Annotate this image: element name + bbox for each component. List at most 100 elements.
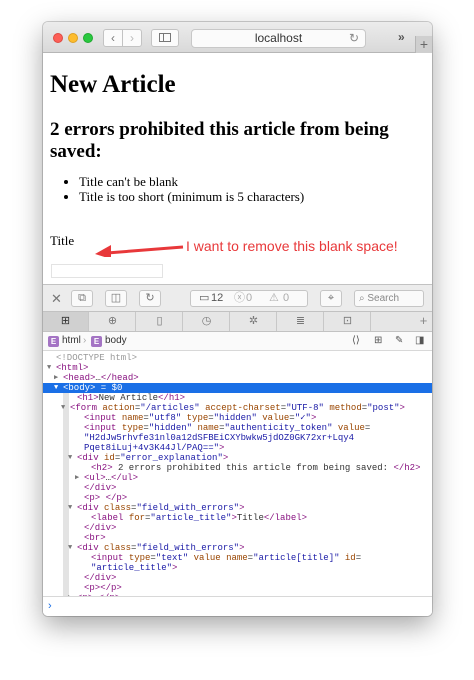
disclosure-expanded-icon[interactable]: ▼	[68, 543, 72, 553]
dom-node-line[interactable]: Pqet8iLuj+4v3K44Jl/PAQ==">	[43, 443, 432, 453]
add-tab-button[interactable]: +	[415, 312, 432, 331]
dom-node-line[interactable]: ▼ <div id="error_explanation">	[43, 453, 432, 463]
tab-console[interactable]: ⊡	[325, 312, 371, 331]
dom-node-text: Pqet8iLuj+4v3K44Jl/PAQ==">	[84, 443, 225, 453]
tab-network[interactable]: ⊕	[90, 312, 136, 331]
chevron-right-icon: ›	[130, 31, 134, 45]
dom-node-line[interactable]: <p> </p>	[43, 493, 432, 503]
dom-node-text: <head>…</head>	[63, 373, 139, 383]
dom-node-line[interactable]: <br>	[43, 533, 432, 543]
resource-count: 12	[211, 292, 224, 304]
disclosure-expanded-icon[interactable]: ▼	[54, 383, 58, 393]
disclosure-expanded-icon[interactable]: ▼	[68, 503, 72, 513]
forward-button[interactable]: ›	[122, 29, 142, 47]
dom-node-line[interactable]: ▼ <form action="/articles" accept-charset…	[43, 403, 432, 413]
dom-node-line[interactable]: <input name="utf8" type="hidden" value="…	[43, 413, 432, 423]
tab-resources[interactable]: ▯	[137, 312, 183, 331]
breadcrumb-separator-icon: ›	[83, 335, 87, 346]
zoom-window-button[interactable]	[83, 33, 93, 43]
warning-count: 0	[283, 292, 290, 304]
dom-node-line[interactable]: <!DOCTYPE html>	[43, 353, 432, 363]
dom-node-line[interactable]: ▼ <html>	[43, 363, 432, 373]
warning-icon: ⚠	[269, 292, 279, 304]
dom-node-line[interactable]: "article_title">	[43, 563, 432, 573]
dom-node-line[interactable]: </div>	[43, 523, 432, 533]
dom-node-line[interactable]: "H2dJw5rhvfe31nl0a12dSFBEiCXYbwkw5jdOZ0G…	[43, 433, 432, 443]
dom-node-text: <div class="field_with_errors">	[77, 543, 245, 553]
dom-node-line[interactable]: <h2> 2 errors prohibited this article fr…	[43, 463, 432, 473]
dom-node-text: <ul>…</ul>	[84, 473, 139, 483]
dom-node-line[interactable]: <input type="hidden" name="authenticity_…	[43, 423, 432, 433]
reload-icon[interactable]: ↻	[349, 30, 359, 47]
sidebar-toggle-button[interactable]	[151, 29, 179, 47]
dom-node-text: <div id="error_explanation">	[77, 453, 229, 463]
dom-node-line[interactable]: ▼ <body> = $0	[43, 383, 432, 393]
dom-node-line[interactable]: ▼ <div class="field_with_errors">	[43, 543, 432, 553]
tab-storage[interactable]: ≣	[278, 312, 324, 331]
error-count-icon: ⓧ	[234, 292, 245, 304]
disclosure-expanded-icon[interactable]: ▼	[68, 453, 72, 463]
console-prompt[interactable]: ›	[43, 596, 432, 616]
close-window-button[interactable]	[53, 33, 63, 43]
crosshair-icon[interactable]: ⌖	[320, 290, 342, 307]
back-button[interactable]: ‹	[103, 29, 123, 47]
breadcrumb: E html › E body ⟨⟩ ⊞ ✎ ◨	[43, 332, 432, 351]
source-toggle-icon[interactable]: ⟨⟩	[352, 335, 360, 346]
breadcrumb-item-html[interactable]: html	[62, 335, 81, 346]
grid-icon[interactable]: ⊞	[374, 335, 382, 346]
url-text: localhost	[254, 31, 303, 45]
overflow-chevron-icon[interactable]: »	[398, 30, 405, 44]
reload-page-icon[interactable]: ↻	[139, 290, 161, 307]
disclosure-expanded-icon[interactable]: ▼	[47, 363, 51, 373]
tab-debugger[interactable]: ✲	[231, 312, 277, 331]
disclosure-collapsed-icon[interactable]: ▶	[54, 373, 58, 383]
dom-node-text: <div class="field_with_errors">	[77, 503, 245, 513]
dom-node-text: </div>	[84, 573, 117, 583]
close-inspector-icon[interactable]: ✕	[51, 291, 62, 307]
split-view-icon[interactable]: ◫	[105, 290, 127, 307]
dom-node-line[interactable]: ▶ <head>…</head>	[43, 373, 432, 383]
dock-icon[interactable]: ⧉	[71, 290, 93, 307]
dom-node-line[interactable]: <label for="article_title">Title</label>	[43, 513, 432, 523]
inspector-tab-bar: ⊞ ⊕ ▯ ◷ ✲ ≣ ⊡ +	[43, 312, 432, 332]
dom-node-text: </div>	[84, 523, 117, 533]
disclosure-expanded-icon[interactable]: ▼	[61, 403, 65, 413]
dom-node-line[interactable]: <h1>New Article</h1>	[43, 393, 432, 403]
error-item: Title is too short (minimum is 5 charact…	[79, 189, 304, 204]
dom-node-text: "article_title">	[91, 563, 178, 573]
dom-node-text: <input type="hidden" name="authenticity_…	[84, 423, 371, 433]
breadcrumb-item-body[interactable]: body	[105, 335, 127, 346]
activity-counts[interactable]: ▭ 12 ⓧ 0 ⚠ 0	[190, 290, 308, 307]
dom-node-line[interactable]: </div>	[43, 573, 432, 583]
dom-node-line[interactable]: <p></p>	[43, 583, 432, 593]
pen-icon[interactable]: ✎	[395, 335, 403, 346]
red-arrow-icon	[95, 245, 184, 257]
element-badge-icon: E	[91, 336, 102, 347]
address-bar[interactable]: localhost ↻	[191, 29, 366, 48]
dom-node-text: <h2> 2 errors prohibited this article fr…	[91, 463, 421, 473]
new-tab-button[interactable]: +	[415, 36, 432, 53]
dom-node-line[interactable]: </div>	[43, 483, 432, 493]
search-icon: ⌕	[359, 293, 365, 304]
dom-tree[interactable]: <!DOCTYPE html> ▼ <html> ▶ <head>…</head> ▼ <b…	[43, 351, 432, 616]
inspector-search-field[interactable]: ⌕ Search	[354, 290, 424, 307]
console-icon: ⊡	[342, 315, 353, 327]
resources-icon: ▭	[199, 292, 210, 304]
network-icon: ⊕	[107, 315, 118, 327]
dom-node-text: <!DOCTYPE html>	[56, 353, 138, 363]
dom-node-text: <p></p>	[84, 583, 122, 593]
dom-node-text: <br>	[84, 533, 106, 543]
sidebar-panel-icon[interactable]: ◨	[415, 335, 424, 346]
dom-node-line[interactable]: <input type="text" value name="article[t…	[43, 553, 432, 563]
tab-timelines[interactable]: ◷	[184, 312, 230, 331]
minimize-window-button[interactable]	[68, 33, 78, 43]
dom-node-line[interactable]: ▶ <ul>…</ul>	[43, 473, 432, 483]
dom-node-text: <label for="article_title">Title</label>	[91, 513, 308, 523]
elements-icon: ⊞	[60, 315, 71, 327]
tab-elements[interactable]: ⊞	[43, 312, 89, 331]
dom-node-text: <html>	[56, 363, 89, 373]
disclosure-collapsed-icon[interactable]: ▶	[75, 473, 79, 483]
title-input[interactable]	[51, 264, 163, 278]
prompt-chevron-icon: ›	[48, 600, 52, 612]
dom-node-line[interactable]: ▼ <div class="field_with_errors">	[43, 503, 432, 513]
